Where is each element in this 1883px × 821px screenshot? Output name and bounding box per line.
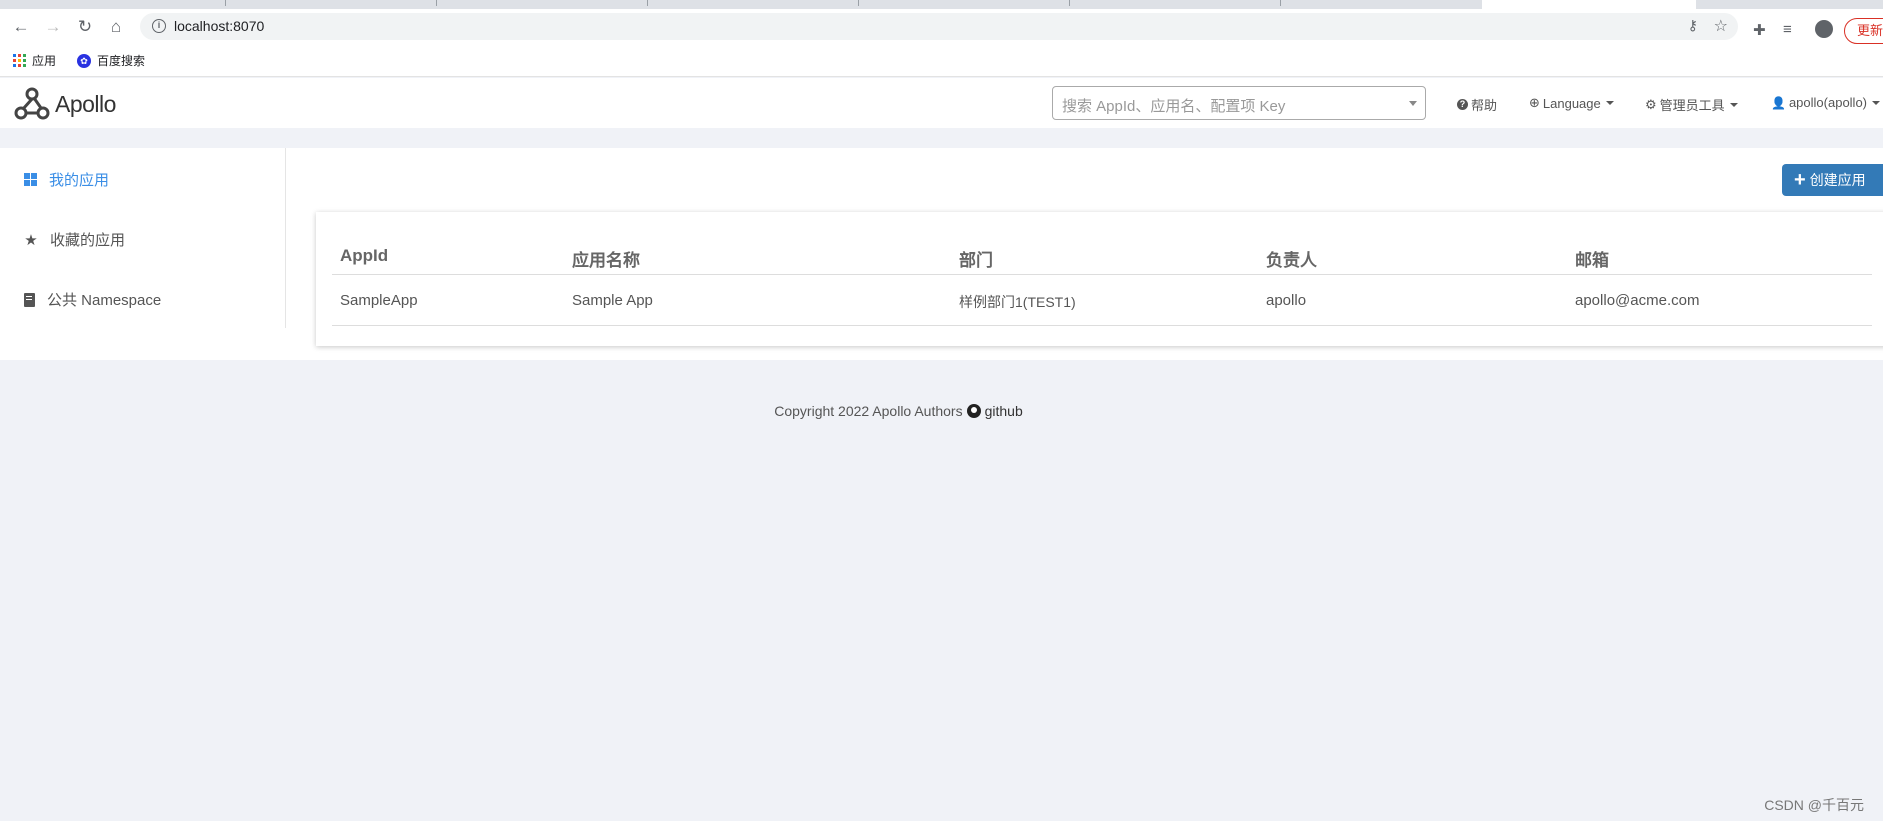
apollo-logo[interactable]: Apollo <box>13 86 116 122</box>
sidebar-item-label: 我的应用 <box>49 172 110 189</box>
bookmark-label: 应用 <box>32 54 57 68</box>
active-tab[interactable] <box>1482 0 1696 9</box>
book-icon <box>24 292 35 307</box>
bookmark-apps[interactable]: 应用 <box>13 52 56 69</box>
address-url[interactable]: localhost:8070 <box>174 18 264 34</box>
nav-language[interactable]: ⊕ Language <box>1529 95 1614 111</box>
reading-list-icon[interactable]: ≡ <box>1783 21 1792 38</box>
bookmark-star-icon[interactable]: ☆ <box>1714 16 1728 36</box>
caret-down-icon <box>1872 100 1881 105</box>
nav-admin-tools[interactable]: ⚙ 管理员工具 <box>1645 95 1738 114</box>
forward-arrow-icon[interactable]: → <box>42 16 64 38</box>
column-header-email: 邮箱 <box>1575 251 1609 270</box>
profile-avatar-icon[interactable] <box>1815 20 1833 38</box>
tab-separator <box>858 0 859 6</box>
column-header-app-name: 应用名称 <box>572 251 640 270</box>
caret-down-icon <box>1605 101 1614 105</box>
apps-table: AppId 应用名称 部门 负责人 邮箱 SampleApp Sample Ap… <box>332 228 1872 326</box>
reload-icon[interactable]: ↻ <box>74 16 96 38</box>
sidebar-item-my-apps[interactable]: 我的应用 <box>24 169 109 190</box>
nav-language-label: Language <box>1542 95 1601 111</box>
sidebar: 我的应用 ★ 收藏的应用 公共 Namespace <box>0 148 286 328</box>
table-row[interactable]: SampleApp Sample App 样例部门1(TEST1) apollo… <box>332 275 1872 326</box>
copyright-text: Copyright 2022 Apollo Authors <box>774 403 963 419</box>
tab-separator <box>436 0 437 6</box>
address-bar[interactable]: i localhost:8070 ⚷ ☆ <box>140 13 1738 40</box>
tab-separator <box>1069 0 1070 6</box>
search-placeholder: 搜索 AppId、应用名、配置项 Key <box>1062 98 1286 115</box>
browser-tabstrip <box>0 0 1883 9</box>
browser-update-button[interactable]: 更新 <box>1844 18 1883 44</box>
tab-separator <box>1280 0 1281 6</box>
table-header-row: AppId 应用名称 部门 负责人 邮箱 <box>332 228 1872 275</box>
cell-owner: apollo <box>1266 292 1307 309</box>
nav-user[interactable]: 👤 apollo(apollo) <box>1771 95 1881 110</box>
bookmark-baidu[interactable]: ✿ 百度搜索 <box>77 52 145 69</box>
nav-user-label: apollo(apollo) <box>1788 95 1868 110</box>
create-app-button[interactable]: + 创建应用 <box>1782 164 1883 196</box>
browser-toolbar: ← → ↻ ⌂ i localhost:8070 ⚷ ☆ ✚ ≡ 更新 <box>0 9 1883 44</box>
nav-admin-tools-label: 管理员工具 <box>1659 98 1725 113</box>
apps-table-card: AppId 应用名称 部门 负责人 邮箱 SampleApp Sample Ap… <box>316 212 1883 346</box>
cell-email: apollo@acme.com <box>1575 292 1700 309</box>
baidu-paw-icon: ✿ <box>77 53 91 68</box>
apollo-logo-icon <box>14 87 50 120</box>
site-info-icon[interactable]: i <box>152 19 166 33</box>
app-search-select[interactable]: 搜索 AppId、应用名、配置项 Key <box>1052 86 1426 120</box>
caret-down-icon <box>1729 102 1738 107</box>
footer: Copyright 2022 Apollo Authors github <box>0 403 1883 419</box>
cell-app-name: Sample App <box>572 292 653 309</box>
app-header: Apollo 搜索 AppId、应用名、配置项 Key ? 帮助 ⊕ Langu… <box>0 78 1883 128</box>
sidebar-item-label: 公共 Namespace <box>47 292 162 309</box>
main-content: 我的应用 ★ 收藏的应用 公共 Namespace + 创建应用 AppId 应… <box>0 148 1883 360</box>
logo-text: Apollo <box>55 90 116 117</box>
key-icon[interactable]: ⚷ <box>1688 17 1698 34</box>
bookmarks-bar: 应用 ✿ 百度搜索 <box>0 44 1883 77</box>
column-header-department: 部门 <box>959 251 993 270</box>
home-icon[interactable]: ⌂ <box>105 16 127 38</box>
cell-department: 样例部门1(TEST1) <box>959 294 1076 310</box>
sidebar-item-public-namespace[interactable]: 公共 Namespace <box>24 289 161 310</box>
extensions-icon[interactable]: ✚ <box>1753 21 1766 39</box>
cell-appid: SampleApp <box>340 292 418 309</box>
tab-separator <box>647 0 648 6</box>
nav-help-label: 帮助 <box>1471 98 1498 113</box>
tab-separator <box>225 0 226 6</box>
column-header-appid: AppId <box>340 246 389 265</box>
chevron-down-icon <box>1409 101 1417 106</box>
nav-help[interactable]: ? 帮助 <box>1457 95 1497 114</box>
grid-icon <box>24 173 37 186</box>
create-app-label: 创建应用 <box>1809 172 1866 188</box>
globe-icon: ⊕ <box>1529 95 1540 110</box>
plus-icon: + <box>1794 169 1806 191</box>
sidebar-item-label: 收藏的应用 <box>50 232 126 249</box>
column-header-owner: 负责人 <box>1266 251 1317 270</box>
sidebar-item-favorite-apps[interactable]: ★ 收藏的应用 <box>24 229 125 250</box>
question-circle-icon: ? <box>1457 99 1468 110</box>
github-link[interactable]: github <box>985 403 1023 419</box>
apps-grid-icon <box>13 54 26 67</box>
user-icon: 👤 <box>1771 95 1786 110</box>
star-icon: ★ <box>24 231 38 249</box>
watermark: CSDN @千百元 <box>1764 797 1864 813</box>
bookmark-label: 百度搜索 <box>97 54 146 68</box>
github-icon[interactable] <box>966 404 981 418</box>
gear-icon: ⚙ <box>1645 96 1657 112</box>
back-arrow-icon[interactable]: ← <box>10 16 32 38</box>
